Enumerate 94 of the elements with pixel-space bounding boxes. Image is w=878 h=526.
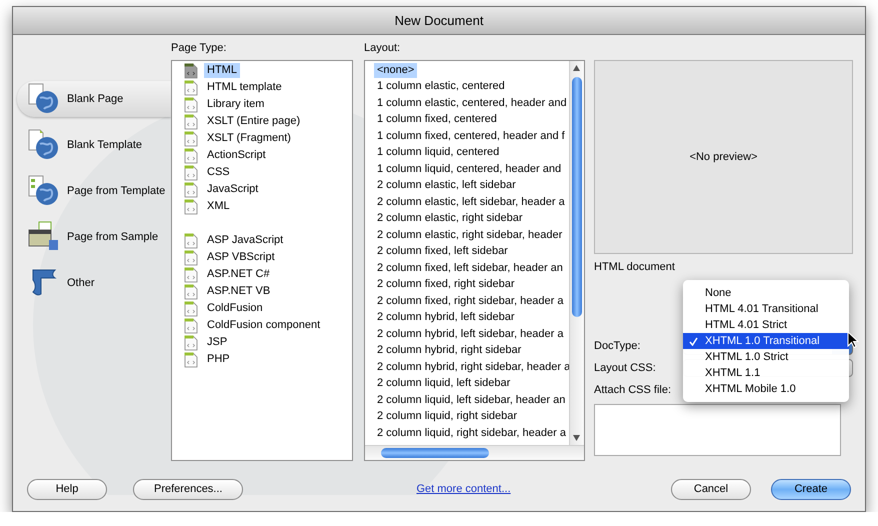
sidebar-item-label: Page from Template xyxy=(67,185,166,197)
horizontal-scrollbar[interactable] xyxy=(365,445,584,460)
document-icon xyxy=(184,130,198,146)
document-icon xyxy=(184,164,198,180)
layout-item[interactable]: 2 column fixed, right sidebar xyxy=(374,277,518,292)
layout-item[interactable]: 1 column elastic, centered xyxy=(374,79,508,94)
page-type-item[interactable]: ASP VBScript xyxy=(204,250,278,265)
dialog-button[interactable]: Cancel xyxy=(671,478,751,500)
document-icon xyxy=(184,232,198,248)
page-type-item[interactable]: CSS xyxy=(204,165,233,180)
page-type-item[interactable]: JavaScript xyxy=(204,182,262,197)
layout-item[interactable]: 1 column elastic, centered, header and xyxy=(374,96,570,111)
document-icon xyxy=(184,250,198,266)
sidebar-item-label: Blank Page xyxy=(67,93,124,105)
page-type-item[interactable]: JSP xyxy=(204,335,230,350)
dialog-button[interactable]: Create xyxy=(771,478,851,500)
page-type-item[interactable]: ColdFusion xyxy=(204,301,266,316)
document-icon xyxy=(184,198,198,214)
document-icon xyxy=(184,334,198,350)
page-type-item[interactable]: ASP.NET VB xyxy=(204,284,274,299)
page-type-item[interactable]: ASP.NET C# xyxy=(204,267,273,282)
document-type-description: HTML document xyxy=(594,261,676,273)
layout-item[interactable]: 2 column liquid, left sidebar, header an xyxy=(374,392,568,408)
layout-item[interactable]: 2 column fixed, left sidebar xyxy=(374,244,511,260)
page-globe-icon xyxy=(27,82,61,116)
scroll-down-arrow-icon[interactable] xyxy=(573,435,580,441)
get-more-content-link[interactable]: Get more content... xyxy=(416,483,511,495)
document-icon xyxy=(184,352,198,368)
layout-css-label: Layout CSS: xyxy=(594,362,657,374)
page-globe-icon xyxy=(27,128,61,162)
page-type-item[interactable]: ColdFusion component xyxy=(204,318,324,333)
page-globe-icon xyxy=(27,174,61,208)
layout-item[interactable]: 2 column elastic, left sidebar, header a xyxy=(374,194,568,210)
layout-item[interactable]: 2 column elastic, left sidebar xyxy=(374,178,519,194)
checkmark-icon xyxy=(689,337,698,346)
doctype-label: DocType: xyxy=(594,340,642,352)
layout-item[interactable]: 2 column liquid, left sidebar xyxy=(374,376,514,392)
document-icon xyxy=(184,114,198,130)
document-icon xyxy=(184,96,198,112)
layout-item[interactable]: <none> xyxy=(374,62,418,78)
sidebar-item[interactable]: Page from Sample xyxy=(17,219,171,255)
page-type-label: Page Type: xyxy=(171,41,226,56)
sidebar-item[interactable]: Blank Template xyxy=(17,127,171,163)
sidebar-item-label: Other xyxy=(67,277,95,289)
page-type-item[interactable]: ASP JavaScript xyxy=(204,233,286,248)
layout-item[interactable]: 2 column liquid, right sidebar, header a xyxy=(374,426,569,441)
dialog-button[interactable]: Preferences... xyxy=(133,478,244,500)
document-icon xyxy=(184,266,198,282)
dialog-button[interactable]: Help xyxy=(27,478,107,500)
document-icon xyxy=(184,284,198,300)
document-icon xyxy=(184,148,198,164)
doctype-menu-item[interactable]: HTML 4.01 Transitional xyxy=(683,301,849,317)
layout-item[interactable]: 2 column elastic, right sidebar xyxy=(374,211,526,226)
doctype-menu-item[interactable]: HTML 4.01 Strict xyxy=(683,317,849,333)
doctype-menu-item[interactable]: XHTML 1.0 Strict xyxy=(683,349,849,365)
sidebar-item-label: Blank Template xyxy=(67,139,142,151)
layout-item[interactable]: 2 column hybrid, right sidebar xyxy=(374,343,524,358)
preview-text: <No preview> xyxy=(690,151,758,163)
layout-item[interactable]: 1 column fixed, centered, header and f xyxy=(374,128,568,144)
document-icon xyxy=(184,300,198,316)
page-type-item[interactable]: ActionScript xyxy=(204,148,269,163)
sidebar-item[interactable]: Blank Page xyxy=(17,81,171,117)
doctype-menu-item[interactable]: XHTML Mobile 1.0 xyxy=(683,381,849,397)
page-type-item[interactable]: PHP xyxy=(204,352,233,367)
css-file-list[interactable] xyxy=(594,404,841,456)
layout-item[interactable]: 1 column liquid, centered xyxy=(374,145,502,160)
doctype-menu-item[interactable]: XHTML 1.1 xyxy=(683,365,849,381)
page-type-item[interactable]: XML xyxy=(204,199,233,214)
document-icon xyxy=(184,182,198,198)
page-type-item[interactable]: HTML xyxy=(204,63,240,78)
page-type-item[interactable]: XSLT (Fragment) xyxy=(204,131,294,146)
attach-css-label: Attach CSS file: xyxy=(594,384,672,396)
layout-item[interactable]: 1 column fixed, centered xyxy=(374,112,500,128)
sidebar-item[interactable]: Page from Template xyxy=(17,173,171,209)
layout-label: Layout: xyxy=(364,41,400,56)
layout-item[interactable]: 2 column fixed, right sidebar, header a xyxy=(374,294,567,309)
document-icon xyxy=(184,318,198,334)
doctype-menu-item[interactable]: None xyxy=(683,285,849,301)
window-title: New Document xyxy=(394,13,484,28)
layout-item[interactable]: 1 column liquid, centered, header and xyxy=(374,162,564,177)
layout-item[interactable]: 2 column hybrid, left sidebar xyxy=(374,310,518,326)
layout-item[interactable]: 2 column elastic, right sidebar, header xyxy=(374,228,566,243)
sidebar-item[interactable]: Other xyxy=(17,265,171,301)
vertical-scrollbar[interactable] xyxy=(569,61,584,445)
layout-item[interactable]: 2 column fixed, left sidebar, header an xyxy=(374,260,566,276)
page-type-item[interactable]: Library item xyxy=(204,97,268,112)
document-icon xyxy=(184,62,198,78)
page-type-item[interactable]: XSLT (Entire page) xyxy=(204,114,304,129)
layout-item[interactable]: 2 column liquid, right sidebar xyxy=(374,409,520,424)
scroll-up-arrow-icon[interactable] xyxy=(573,65,580,71)
layout-item[interactable]: 2 column hybrid, left sidebar, header a xyxy=(374,326,567,342)
sidebar-item-label: Page from Sample xyxy=(67,231,158,243)
document-icon xyxy=(184,80,198,96)
page-type-item[interactable]: HTML template xyxy=(204,80,285,95)
